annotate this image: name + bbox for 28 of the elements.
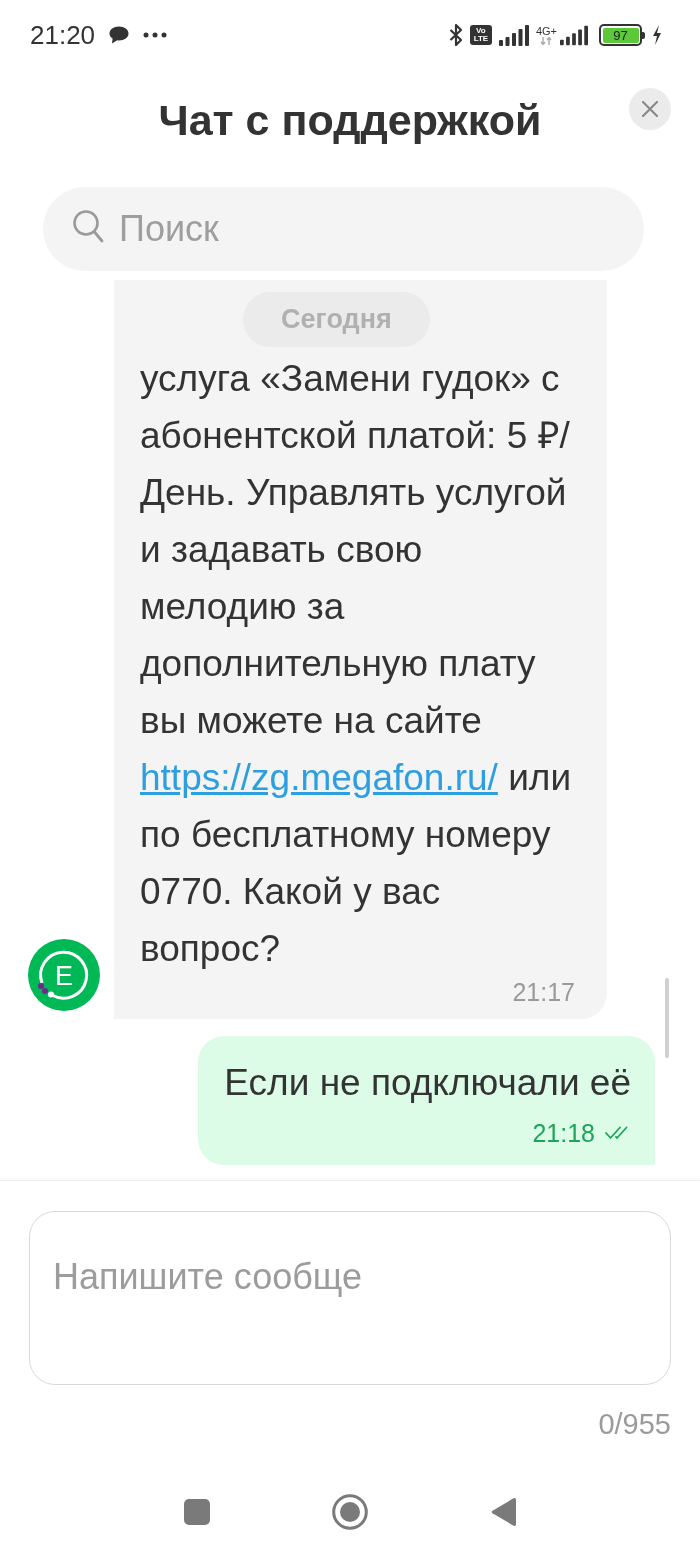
chat-title: Чат с поддержкой: [158, 95, 542, 145]
back-icon[interactable]: [490, 1497, 516, 1527]
signal-icon: [560, 24, 588, 46]
close-icon: [642, 101, 658, 117]
bluetooth-icon: [448, 23, 463, 47]
close-button[interactable]: [629, 88, 671, 130]
volte-badge: Vo LTE: [469, 25, 492, 45]
home-icon[interactable]: [332, 1494, 368, 1530]
signal-icon: [498, 24, 529, 46]
network-type: 4G+: [535, 25, 557, 37]
search-icon: [72, 209, 104, 245]
message-time: 21:17: [512, 977, 575, 1007]
message-input[interactable]: Напишите сообще: [29, 1211, 671, 1385]
dots-icon: [143, 32, 168, 38]
message-link[interactable]: https://zg.megafon.ru/: [140, 757, 498, 798]
battery-indicator: 97: [599, 24, 645, 46]
message-text: Если не подключали её: [224, 1061, 631, 1105]
message-text: услуга «Замени гудок» с абонентской платой: 5 ₽/День. Управлять услугой и задавать свою мелодию за дополнительную плату вы можете на сайте https://zg.megafon.ru/ или по бесплатному номеру 0770. Какой у вас вопрос?: [140, 357, 573, 971]
charging-bolt-icon: [652, 25, 662, 45]
square-icon[interactable]: [184, 1499, 210, 1525]
message-time: 21:18: [532, 1118, 595, 1148]
chat-bubble-icon: [109, 26, 130, 44]
logo-avatar: E: [28, 939, 100, 1011]
date-chip: Сегодня: [243, 292, 430, 347]
search-field[interactable]: Поиск: [43, 187, 644, 271]
data-arrows-icon: [540, 37, 553, 45]
char-counter: 0/955: [598, 1407, 671, 1441]
status-time: 21:20: [30, 20, 96, 50]
